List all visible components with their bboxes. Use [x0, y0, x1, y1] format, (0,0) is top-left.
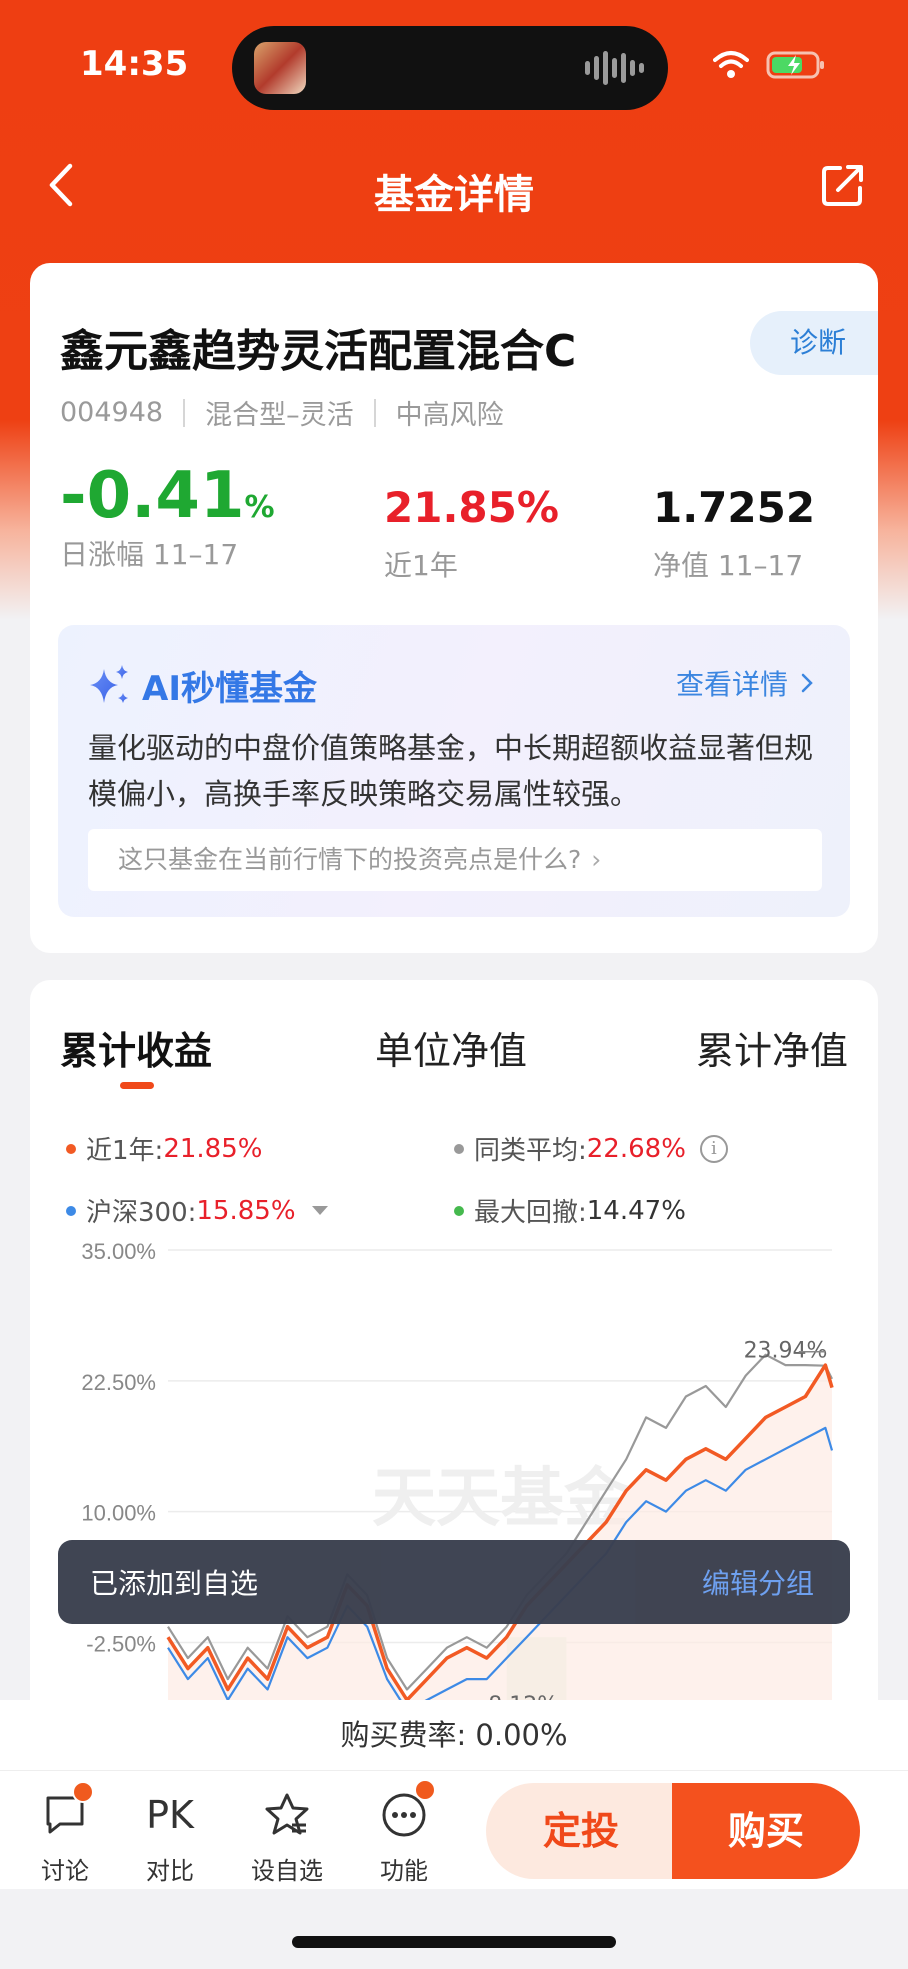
audio-wave-icon	[585, 50, 644, 86]
media-thumbnail	[254, 42, 306, 94]
chevron-right-icon: ›	[591, 845, 602, 874]
legend-label: 同类平均:	[474, 1136, 587, 1166]
divider	[183, 398, 186, 427]
status-time: 14:35	[80, 44, 189, 84]
fund-summary-card: 鑫元鑫趋势灵活配置混合C 诊断 004948 混合型–灵活 中高风险 -0.41…	[30, 263, 878, 953]
wifi-icon	[713, 51, 749, 78]
divider	[373, 398, 376, 427]
one-year-label: 近1年	[384, 549, 458, 582]
purchase-fee: 购买费率: 0.00%	[0, 1700, 908, 1770]
ai-title: AI秒懂基金	[142, 669, 317, 709]
ai-summary-box: AI秒懂基金 查看详情 量化驱动的中盘价值策略基金，中长期超额收益显著但规模偏小…	[58, 625, 850, 917]
edit-group-button[interactable]: 编辑分组	[702, 1562, 814, 1602]
y-tick-label: 35.00%	[81, 1239, 156, 1264]
fund-meta: 004948 混合型–灵活 中高风险	[60, 393, 504, 432]
one-year-value: 21.85%	[384, 483, 559, 532]
legend-label: 沪深300:	[86, 1198, 197, 1228]
discuss-label: 讨论	[41, 1857, 89, 1885]
legend-fund: 近1年: 21.85%	[66, 1130, 262, 1167]
legend-label: 近1年:	[86, 1136, 164, 1166]
tab-unit-nav[interactable]: 单位净值	[375, 1020, 527, 1075]
legend-dot	[454, 1205, 464, 1216]
fund-risk: 中高风险	[395, 400, 504, 431]
daily-change-stat: -0.41% 日涨幅 11–17	[60, 459, 275, 573]
func-label: 功能	[380, 1857, 428, 1885]
legend-value: 22.68%	[586, 1133, 686, 1164]
legend-dot	[66, 1205, 76, 1216]
performance-card: 累计收益 单位净值 累计净值 近1年: 21.85% 同类平均: 22.68% i …	[30, 980, 878, 1740]
one-year-stat: 21.85% 近1年	[384, 483, 559, 584]
legend-dot	[66, 1143, 76, 1154]
return-chart[interactable]: 35.00%22.50%10.00%-2.50%天天基金23.94%-8.12%	[30, 1230, 878, 1710]
ai-details-label: 查看详情	[675, 668, 788, 701]
y-tick-label: -2.50%	[86, 1631, 156, 1656]
legend-label: 最大回撤:	[474, 1198, 587, 1228]
toast-notification: 已添加到自选 编辑分组	[58, 1540, 850, 1624]
home-indicator[interactable]	[292, 1936, 616, 1948]
daily-change-value: -0.41	[60, 459, 245, 533]
notification-badge	[72, 1781, 94, 1803]
pk-icon: PK	[146, 1793, 194, 1837]
fund-name: 鑫元鑫趋势灵活配置混合C	[60, 326, 577, 377]
chevron-right-icon	[801, 673, 813, 693]
daily-change-label: 日涨幅 11–17	[60, 538, 239, 571]
y-tick-label: 10.00%	[81, 1501, 156, 1526]
sparkle-icon	[90, 665, 128, 703]
discuss-button[interactable]: 讨论	[20, 1781, 110, 1886]
star-icon	[265, 1793, 309, 1835]
dynamic-island[interactable]	[232, 26, 668, 110]
dropdown-caret-icon[interactable]	[311, 1206, 328, 1215]
fund-code: 004948	[60, 397, 164, 428]
legend-max-drawdown: 最大回撤: 14.47%	[454, 1192, 686, 1229]
compare-button[interactable]: PK 对比	[125, 1789, 215, 1886]
ai-summary-text: 量化驱动的中盘价值策略基金，中长期超额收益显著但规模偏小，高换手率反映策略交易属…	[88, 731, 814, 811]
compare-label: 对比	[146, 1857, 194, 1885]
add-watchlist-button[interactable]: 设自选	[242, 1789, 332, 1886]
home-area	[0, 1889, 908, 1969]
daily-change-unit: %	[244, 490, 275, 525]
nav-label: 净值 11–17	[653, 549, 804, 582]
y-tick-label: 22.50%	[81, 1370, 156, 1395]
legend-value: 14.47%	[586, 1195, 686, 1226]
battery-icon	[766, 51, 824, 79]
ai-details-link[interactable]: 查看详情	[676, 663, 814, 703]
notification-badge	[414, 1779, 436, 1801]
info-icon[interactable]: i	[699, 1134, 728, 1163]
functions-button[interactable]: 功能	[359, 1779, 449, 1886]
tab-cumulative-nav[interactable]: 累计净值	[696, 1020, 848, 1075]
watermark: 天天基金	[372, 1462, 629, 1536]
legend-hs300[interactable]: 沪深300: 15.85%	[66, 1192, 328, 1229]
legend-value: 21.85%	[163, 1133, 263, 1164]
bottom-toolbar: 讨论 PK 对比 设自选 功能 定投 购买	[0, 1770, 908, 1889]
tab-cumulative-return[interactable]: 累计收益	[60, 1020, 212, 1075]
nav-value: 1.7252	[653, 483, 816, 532]
legend-value: 15.85%	[196, 1195, 296, 1226]
sip-button[interactable]: 定投	[486, 1783, 676, 1879]
active-tab-indicator	[120, 1082, 154, 1089]
watch-label: 设自选	[251, 1857, 323, 1885]
page-title: 基金详情	[374, 172, 534, 218]
nav-stat: 1.7252 净值 11–17	[653, 483, 815, 584]
ai-question-prompt[interactable]: 这只基金在当前行情下的投资亮点是什么? ›	[88, 829, 822, 891]
legend-category-average: 同类平均: 22.68% i	[454, 1130, 728, 1167]
diagnose-button[interactable]: 诊断	[750, 311, 878, 375]
share-icon[interactable]	[820, 162, 866, 208]
toast-message: 已添加到自选	[90, 1567, 259, 1600]
legend-dot	[454, 1143, 464, 1154]
fund-type: 混合型–灵活	[205, 400, 354, 431]
buy-button[interactable]: 购买	[672, 1783, 860, 1879]
ai-question-text: 这只基金在当前行情下的投资亮点是什么?	[118, 845, 582, 874]
